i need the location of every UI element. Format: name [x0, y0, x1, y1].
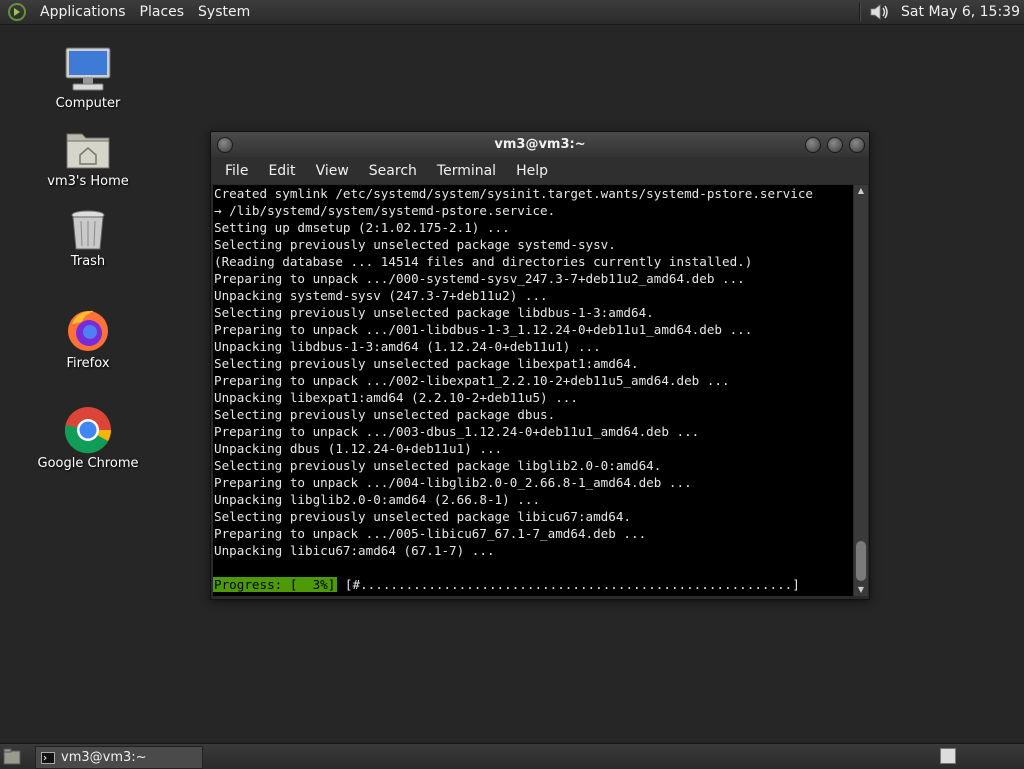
firefox-icon [68, 310, 108, 351]
terminal-line: Unpacking systemd-sysv (247.3-7+deb11u2)… [214, 288, 548, 303]
terminal-line: Unpacking libglib2.0-0:amd64 (2.66.8-1) … [214, 492, 541, 507]
terminal-line: Selecting previously unselected package … [214, 509, 632, 524]
terminal-line: Preparing to unpack .../002-libexpat1_2.… [214, 373, 730, 388]
terminal-line: Selecting previously unselected package … [214, 356, 639, 371]
taskbar-button-label: vm3@vm3:~ [61, 750, 147, 765]
terminal-line: (Reading database ... 14514 files and di… [214, 254, 753, 269]
window-menu-icon[interactable] [217, 137, 233, 153]
terminal-line: Selecting previously unselected package … [214, 458, 662, 473]
desktop-icon-chrome[interactable]: Google Chrome [28, 406, 148, 471]
progress-bar: [#......................................… [337, 577, 800, 592]
terminal-line: Setting up dmsetup (2:1.02.175-2.1) ... [214, 220, 510, 235]
places-menu[interactable]: Places [133, 4, 192, 20]
clock[interactable]: Sat May 6, 15:39 [901, 4, 1020, 20]
window-title: vm3@vm3:~ [494, 137, 586, 152]
terminal-line: Preparing to unpack .../004-libglib2.0-0… [214, 475, 692, 490]
menu-edit[interactable]: Edit [258, 163, 305, 179]
home-folder-icon [66, 133, 110, 169]
desktop-icon-trash[interactable]: Trash [28, 208, 148, 269]
menu-terminal[interactable]: Terminal [427, 163, 506, 179]
scroll-down-arrow-icon[interactable]: ▼ [854, 584, 868, 596]
system-menu[interactable]: System [191, 4, 257, 20]
terminal-line: Preparing to unpack .../000-systemd-sysv… [214, 271, 745, 286]
desktop-icon-home[interactable]: vm3's Home [28, 128, 148, 189]
terminal-line: Preparing to unpack .../003-dbus_1.12.24… [214, 424, 700, 439]
terminal-line: Preparing to unpack .../001-libdbus-1-3_… [214, 322, 753, 337]
terminal-scrollbar[interactable]: ▲ ▼ [854, 185, 868, 596]
window-titlebar[interactable]: vm3@vm3:~ [211, 132, 869, 157]
terminal-line: Unpacking libexpat1:amd64 (2.2.10-2+deb1… [214, 390, 578, 405]
menu-view[interactable]: View [306, 163, 359, 179]
desktop-icon-label: Firefox [66, 356, 110, 371]
desktop-icon-label: Trash [70, 254, 106, 269]
desktop-icon-label: vm3's Home [47, 174, 129, 189]
terminal-lines: Created symlink /etc/systemd/system/sysi… [213, 185, 853, 559]
taskbar-terminal-button[interactable]: vm3@vm3:~ [35, 746, 203, 769]
terminal-icon [41, 751, 55, 764]
terminal-line: Selecting previously unselected package … [214, 407, 556, 422]
terminal-line: Selecting previously unselected package … [214, 305, 654, 320]
minimize-icon[interactable] [805, 137, 821, 153]
desktop-icon-label: Computer [55, 96, 121, 111]
progress-label: Progress: [ 3%] [213, 577, 338, 592]
desktop-icon-computer[interactable]: Computer [28, 46, 148, 111]
terminal-menubar: File Edit View Search Terminal Help [211, 157, 869, 184]
gnome-foot-icon[interactable] [7, 2, 27, 22]
terminal-line: Unpacking libicu67:amd64 (67.1-7) ... [214, 543, 495, 558]
close-icon[interactable] [849, 137, 865, 153]
progress-line: Progress: [ 3%] [#......................… [213, 575, 853, 594]
bottom-panel: vm3@vm3:~ [0, 743, 1024, 769]
terminal-line: Selecting previously unselected package … [214, 237, 616, 252]
maximize-icon[interactable] [827, 137, 843, 153]
terminal-line: Created symlink /etc/systemd/system/sysi… [214, 186, 813, 201]
terminal-line: Preparing to unpack .../005-libicu67_67.… [214, 526, 647, 541]
desktop-icon-firefox[interactable]: Firefox [28, 306, 148, 371]
menu-search[interactable]: Search [359, 163, 427, 179]
desktop-icon-label: Google Chrome [37, 456, 139, 471]
terminal-line: Unpacking dbus (1.12.24-0+deb11u1) ... [214, 441, 503, 456]
terminal-output[interactable]: Created symlink /etc/systemd/system/sysi… [213, 185, 853, 596]
menu-file[interactable]: File [215, 163, 258, 179]
menu-help[interactable]: Help [506, 163, 558, 179]
top-panel: Applications Places System Sat May 6, 15… [0, 0, 1024, 25]
scrollbar-thumb[interactable] [856, 541, 866, 581]
scroll-up-arrow-icon[interactable]: ▲ [854, 185, 868, 197]
terminal-line: → /lib/systemd/system/systemd-pstore.ser… [214, 203, 556, 218]
chrome-icon [64, 407, 111, 454]
computer-icon [65, 47, 111, 91]
terminal-line: Unpacking libdbus-1-3:amd64 (1.12.24-0+d… [214, 339, 601, 354]
terminal-window[interactable]: vm3@vm3:~ File Edit View Search Terminal… [210, 131, 870, 600]
trash-icon [71, 210, 105, 250]
workspace-switcher[interactable] [940, 748, 956, 764]
volume-icon[interactable] [869, 2, 891, 22]
show-desktop-icon[interactable] [3, 748, 21, 765]
applications-menu[interactable]: Applications [33, 4, 133, 20]
panel-separator [859, 3, 862, 21]
